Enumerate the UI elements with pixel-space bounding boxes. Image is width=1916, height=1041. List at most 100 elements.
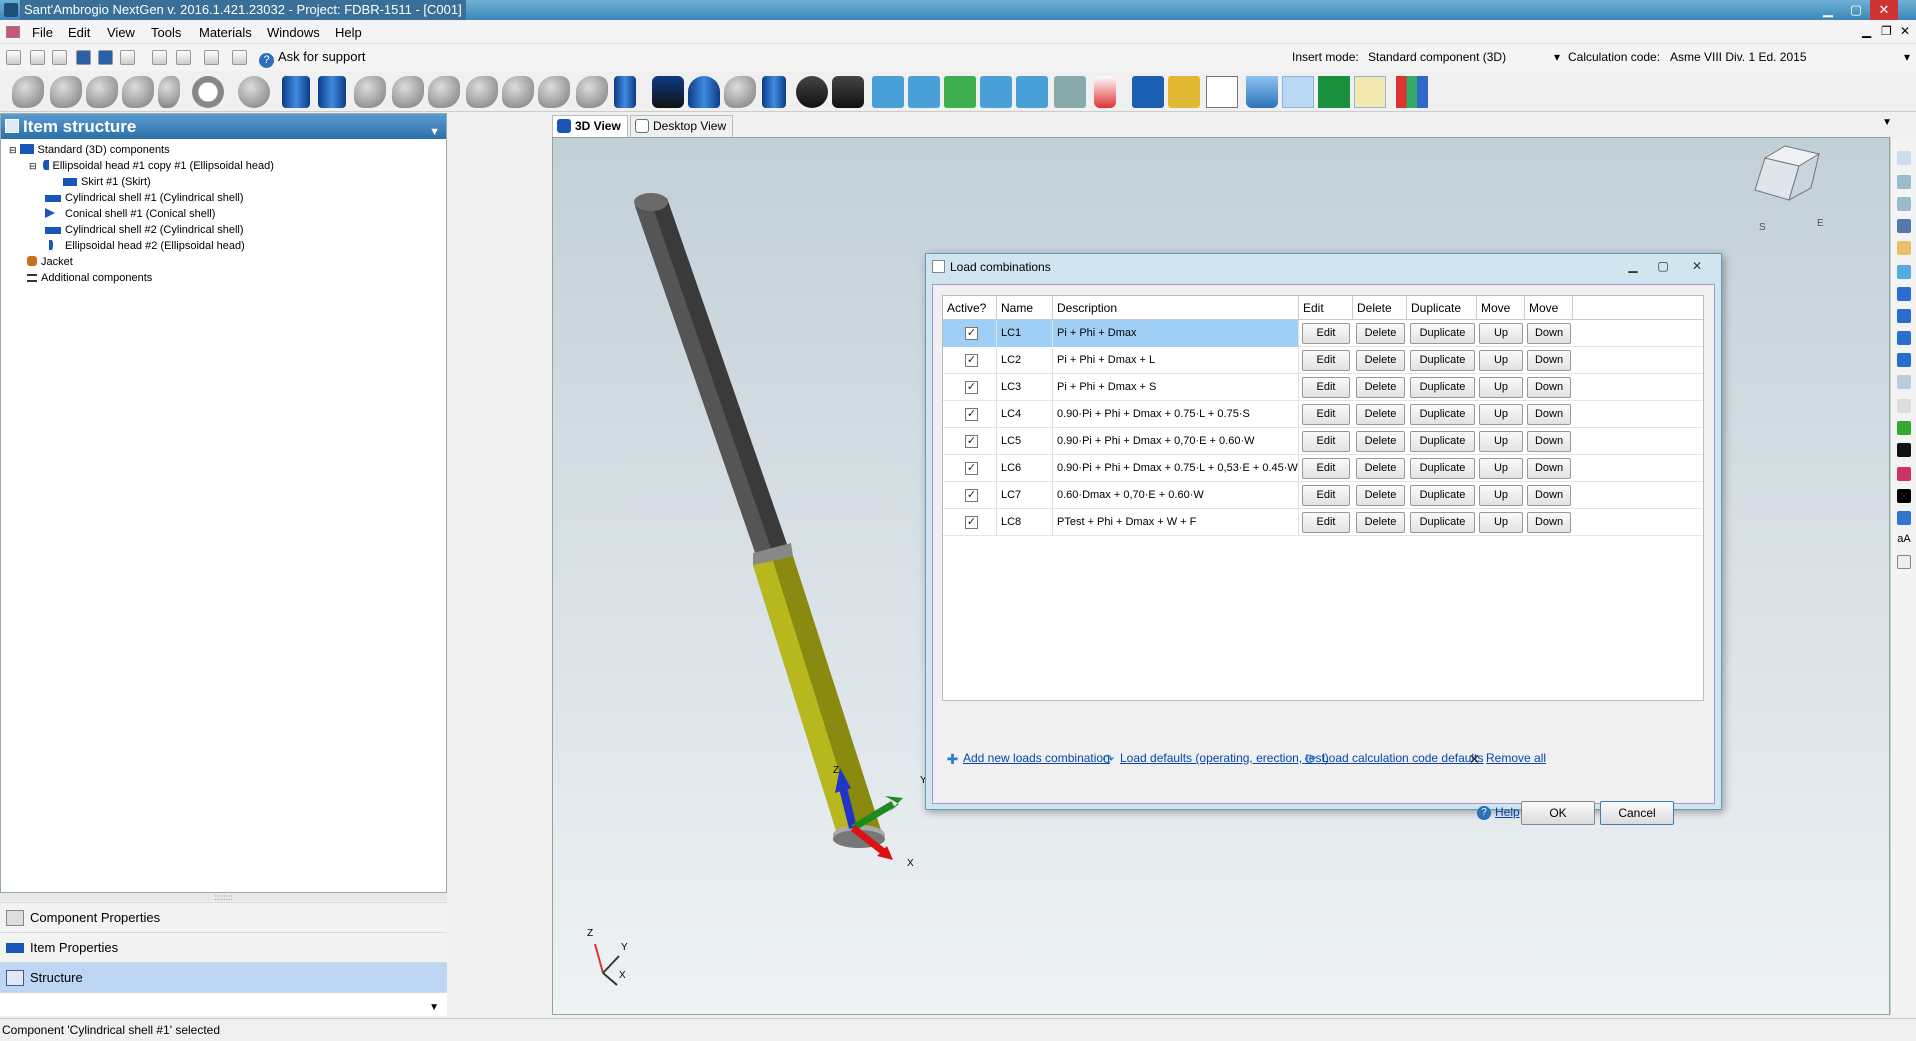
rotate-icon[interactable] [1897,219,1911,233]
puzzle-link-tool-icon[interactable] [1016,76,1048,108]
conical-shell-tool-icon[interactable] [318,76,346,108]
duplicate-button[interactable]: Duplicate [1410,377,1475,398]
tray-tool-icon[interactable] [724,76,756,108]
front-view-icon[interactable] [1897,309,1911,323]
active-checkbox[interactable]: ✓ [965,462,978,475]
solid-icon[interactable] [1897,443,1911,457]
table-row[interactable]: ✓ LC1 Pi + Phi + Dmax Edit Delete Duplicate Up… [943,320,1703,347]
print-icon[interactable] [176,50,191,65]
save-all-icon[interactable] [98,50,113,65]
duplicate-button[interactable]: Duplicate [1410,431,1475,452]
duplicate-button[interactable]: Duplicate [1410,458,1475,479]
delete-button[interactable]: Delete [1356,404,1405,425]
move-up-button[interactable]: Up [1479,485,1523,506]
puzzle-add-tool-icon[interactable] [908,76,940,108]
duplicate-button[interactable]: Duplicate [1410,485,1475,506]
active-checkbox[interactable]: ✓ [965,435,978,448]
tab-component-properties[interactable]: Component Properties [0,902,447,932]
panel-menu-icon[interactable]: ▼ [429,120,440,145]
transition-tool-icon[interactable] [392,76,424,108]
table-row[interactable]: ✓ LC2 Pi + Phi + Dmax + L Edit Delete Duplica… [943,347,1703,374]
bend-tool-icon[interactable] [428,76,460,108]
dialog-close-icon[interactable]: ✕ [1684,257,1710,275]
table-row[interactable]: ✓ LC4 0.90·Pi + Phi + Dmax + 0.75·L + 0.75… [943,401,1703,428]
hemispherical-head-tool-icon[interactable] [86,76,118,108]
load-code-defaults-link[interactable]: Load calculation code defaults [1322,751,1483,765]
delete-button[interactable]: Delete [1356,350,1405,371]
delete-button[interactable]: Delete [1356,323,1405,344]
active-checkbox[interactable]: ✓ [965,327,978,340]
sphere-tool-icon[interactable] [238,76,270,108]
puzzle-green-tool-icon[interactable] [944,76,976,108]
zoom-window-icon[interactable] [1897,197,1911,211]
chevron-down-icon[interactable]: ▾ [1554,50,1560,64]
menu-edit[interactable]: Edit [68,25,90,40]
tree-node-additional-components[interactable]: Additional components [27,272,152,284]
collapse-icon[interactable]: ⊟ [9,145,17,155]
fit-view-icon[interactable] [1897,265,1911,279]
move-down-button[interactable]: Down [1527,431,1571,452]
perspective-icon[interactable] [1897,375,1911,389]
flange-tool-icon[interactable] [538,76,570,108]
move-down-button[interactable]: Down [1527,323,1571,344]
active-checkbox[interactable]: ✓ [965,408,978,421]
ask-support-button[interactable]: ? Ask for support [259,49,365,68]
select-icon[interactable] [1897,151,1911,165]
duplicate-button[interactable]: Duplicate [1410,350,1475,371]
app-menu-icon[interactable] [6,26,20,38]
tree-node-cylindrical-shell-2[interactable]: Cylindrical shell #2 (Cylindrical shell) [45,224,244,236]
column-header-move-up[interactable]: Move [1477,296,1525,320]
calc-code-select[interactable]: Asme VIII Div. 1 Ed. 2015 [1670,50,1905,64]
tab-overflow[interactable]: ▼ [0,992,447,1016]
mdi-close-icon[interactable]: ✕ [1900,24,1910,38]
mdi-minimize-icon[interactable]: ▁ [1862,24,1871,38]
wedge-tool-icon[interactable] [576,76,608,108]
minimize-icon[interactable]: ▁ [1814,0,1842,20]
collapse-icon[interactable]: ⊟ [29,161,37,171]
move-down-button[interactable]: Down [1527,512,1571,533]
tree-node-cylindrical-shell-1[interactable]: Cylindrical shell #1 (Cylindrical shell) [45,192,244,204]
elbow-tool-icon[interactable] [354,76,386,108]
move-up-button[interactable]: Up [1479,323,1523,344]
tree-node-skirt-1[interactable]: Skirt #1 (Skirt) [63,176,151,188]
menu-materials[interactable]: Materials [199,25,252,40]
delete-button[interactable]: Delete [1356,512,1405,533]
move-up-button[interactable]: Up [1479,512,1523,533]
tree-node-conical-shell-1[interactable]: Conical shell #1 (Conical shell) [45,208,215,220]
table-row[interactable]: ✓ LC7 0.60·Dmax + 0,70·E + 0.60·W Edit Delet… [943,482,1703,509]
tree-node-ellipsoidal-head-2[interactable]: Ellipsoidal head #2 (Ellipsoidal head) [49,240,245,252]
insert-mode-select[interactable]: Standard component (3D) [1368,50,1563,64]
add-load-combination-link[interactable]: Add new loads combination [963,751,1110,765]
menu-windows[interactable]: Windows [267,25,320,40]
column-header-edit[interactable]: Edit [1299,296,1353,320]
active-checkbox[interactable]: ✓ [965,381,978,394]
move-down-button[interactable]: Down [1527,350,1571,371]
load-defaults-link[interactable]: Load defaults (operating, erection, test… [1120,751,1329,765]
column-header-description[interactable]: Description [1053,296,1299,320]
save-icon[interactable] [76,50,91,65]
duplicate-button[interactable]: Duplicate [1410,404,1475,425]
table-row[interactable]: ✓ LC6 0.90·Pi + Phi + Dmax + 0.75·L + 0,53… [943,455,1703,482]
delete-button[interactable]: Delete [1356,458,1405,479]
saddle-tool-icon[interactable] [614,76,636,108]
ring-tool-icon[interactable] [192,76,224,108]
edit-button[interactable]: Edit [1302,404,1350,425]
books-icon[interactable] [1168,76,1200,108]
properties-icon[interactable] [1897,555,1911,569]
active-checkbox[interactable]: ✓ [965,354,978,367]
vessel-model[interactable] [634,193,885,848]
tree-node-jacket[interactable]: Jacket [27,256,73,268]
puzzle-remove-tool-icon[interactable] [980,76,1012,108]
maximize-icon[interactable]: ▢ [1842,0,1870,20]
move-up-button[interactable]: Up [1479,404,1523,425]
active-checkbox[interactable]: ✓ [965,516,978,529]
tab-structure[interactable]: Structure [0,962,447,992]
chevron-down-icon[interactable]: ▾ [1904,50,1910,64]
delete-button[interactable]: Delete [1356,431,1405,452]
mdi-restore-icon[interactable]: ❐ [1881,24,1892,38]
disk-tool-icon[interactable] [158,76,180,108]
edit-button[interactable]: Edit [1302,323,1350,344]
panel-splitter[interactable]: :::::::: [0,893,447,902]
column-header-delete[interactable]: Delete [1353,296,1407,320]
window-icon[interactable] [232,50,247,65]
